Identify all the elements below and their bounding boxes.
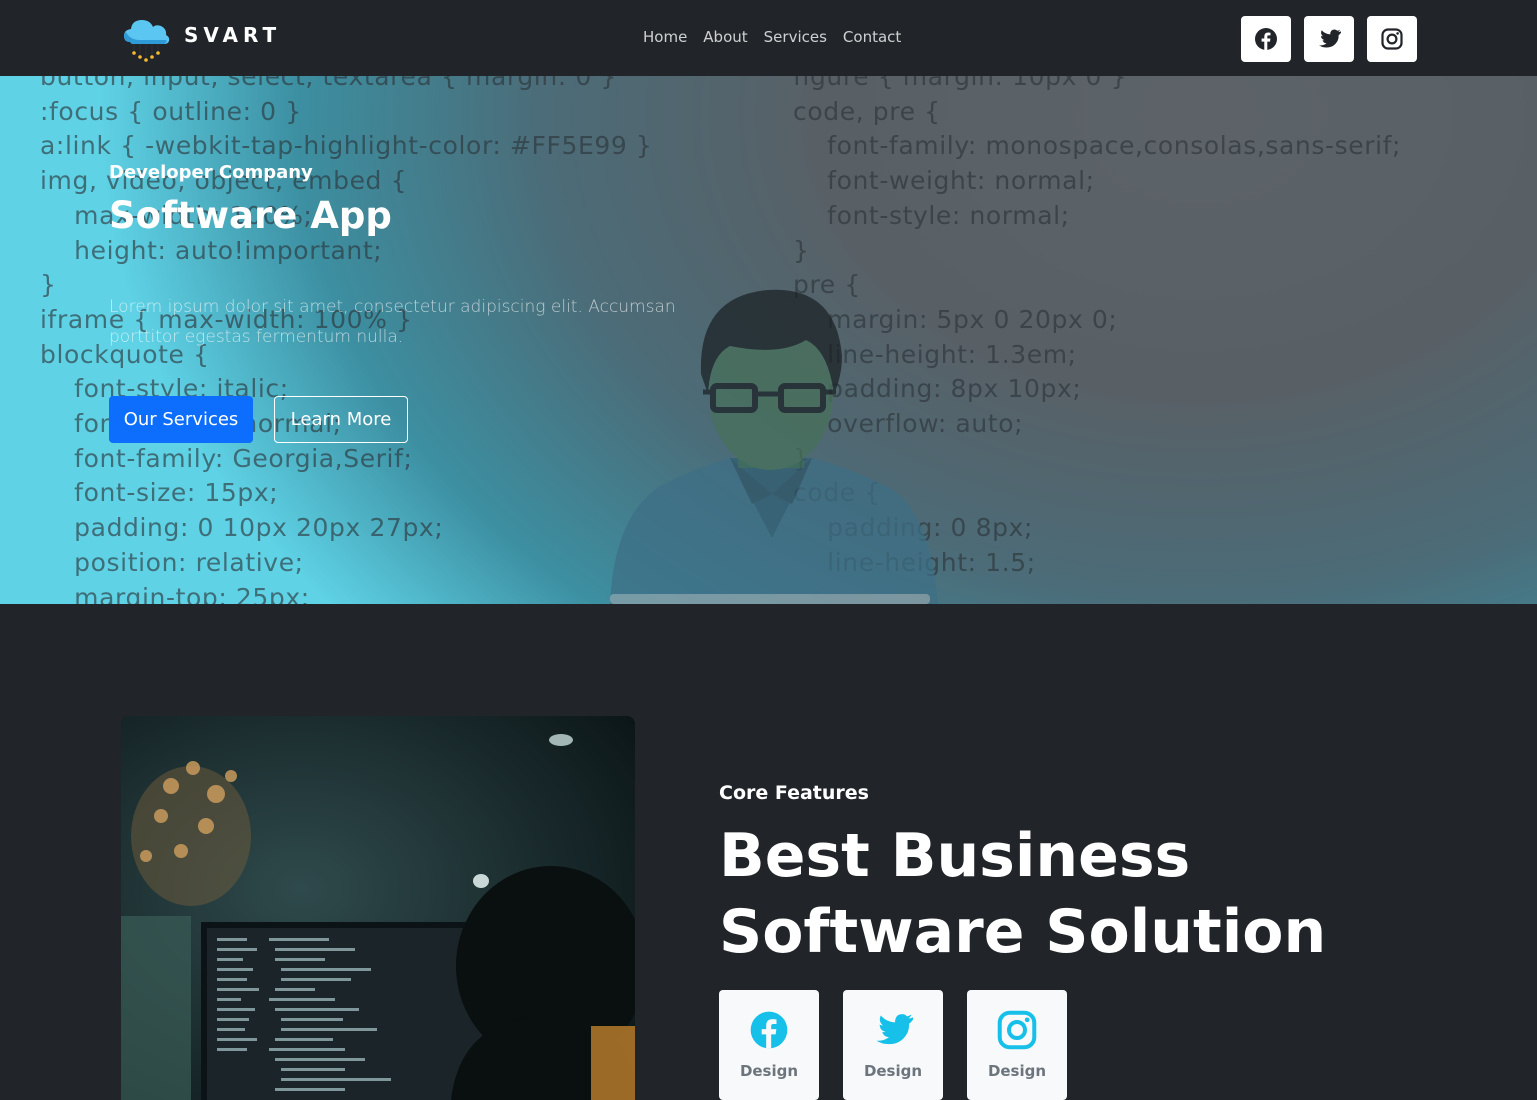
- features-subtitle: Core Features: [719, 782, 869, 804]
- learn-more-button[interactable]: Learn More: [274, 396, 408, 443]
- instagram-icon: [997, 1010, 1037, 1050]
- facebook-icon: [1255, 28, 1277, 50]
- facebook-button[interactable]: [1241, 16, 1291, 62]
- our-services-button[interactable]: Our Services: [109, 396, 253, 443]
- feature-card-twitter[interactable]: Design: [843, 990, 943, 1100]
- feature-card-label: Design: [739, 1062, 799, 1080]
- nav-social: [1228, 16, 1417, 62]
- twitter-button[interactable]: [1304, 16, 1354, 62]
- cloud-logo-icon: [124, 20, 170, 62]
- nav-link-contact[interactable]: Contact: [843, 28, 901, 46]
- hero-description: Lorem ipsum dolor sit amet, consectetur …: [109, 297, 676, 347]
- navbar: SVART Home About Services Contact: [0, 0, 1537, 76]
- hero-title: Software App: [109, 194, 392, 237]
- nav-link-about[interactable]: About: [703, 28, 747, 46]
- facebook-icon: [750, 1011, 788, 1049]
- feature-cards: Design Design Design: [719, 990, 1091, 1100]
- brand[interactable]: SVART: [120, 12, 281, 64]
- hero-section: button, input, select, textarea { margin…: [0, 76, 1537, 604]
- instagram-icon: [1381, 28, 1403, 50]
- feature-card-facebook[interactable]: Design: [719, 990, 819, 1100]
- hero-subtitle: Developer Company: [109, 162, 313, 183]
- nav-link-services[interactable]: Services: [764, 28, 827, 46]
- nav-links: Home About Services Contact: [643, 28, 917, 46]
- feature-card-label: Design: [863, 1062, 923, 1080]
- nav-link-home[interactable]: Home: [643, 28, 687, 46]
- feature-card-instagram[interactable]: Design: [967, 990, 1067, 1100]
- features-title: Best Business Software Solution: [719, 821, 1327, 967]
- twitter-icon: [1319, 29, 1341, 48]
- twitter-icon: [876, 1014, 913, 1045]
- developer-photo: [121, 716, 635, 1100]
- brand-name: SVART: [184, 23, 282, 47]
- feature-card-label: Design: [987, 1062, 1047, 1080]
- instagram-button[interactable]: [1367, 16, 1417, 62]
